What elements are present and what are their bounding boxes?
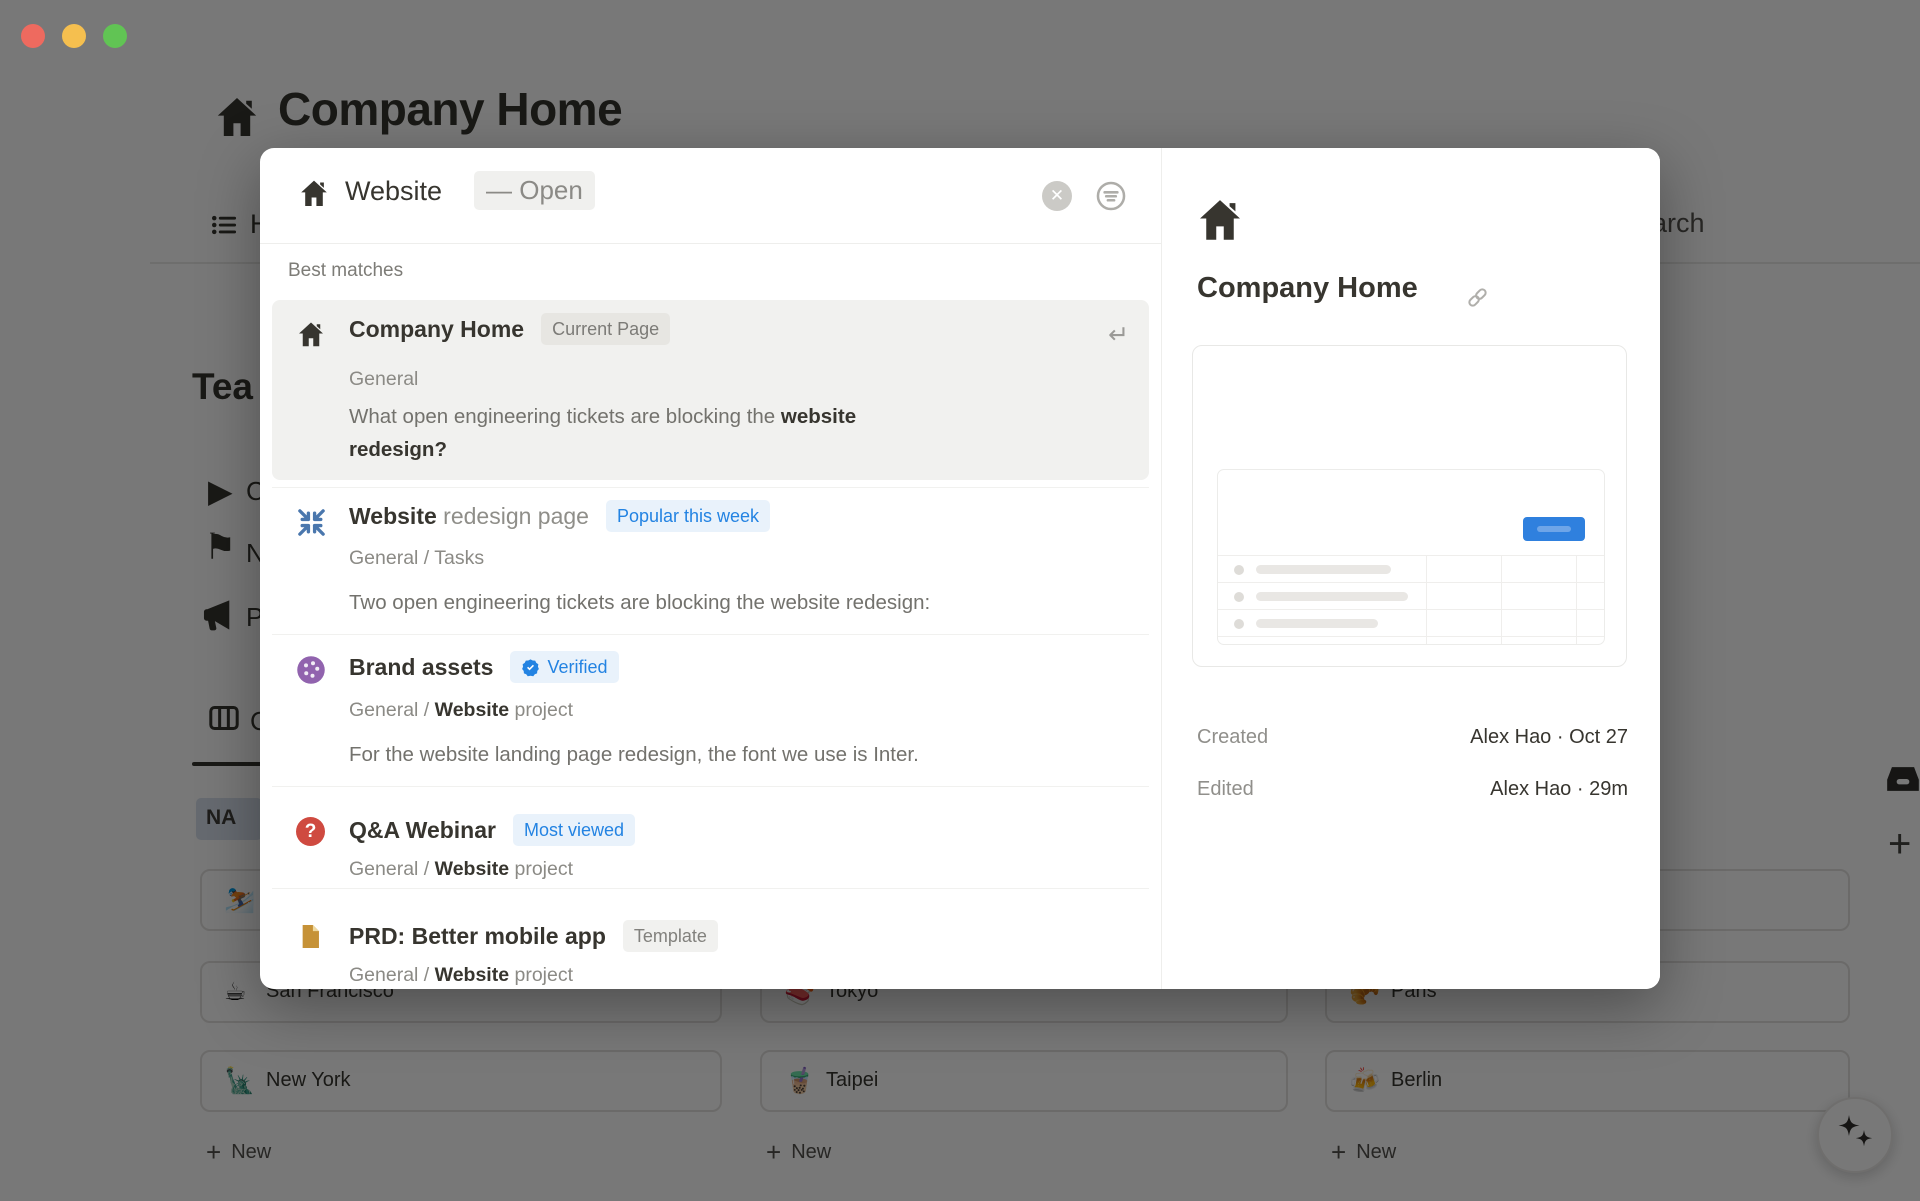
link-icon[interactable]	[1464, 284, 1491, 316]
result-title: PRD: Better mobile app	[349, 923, 606, 949]
home-icon	[296, 320, 326, 355]
screenshot-root: Company Home H arch Tea ▶ C ⚑ N P C NA ⛷…	[0, 0, 1920, 1201]
result-divider	[272, 888, 1149, 889]
palette-icon	[296, 655, 326, 690]
window-zoom-button[interactable]	[103, 24, 127, 48]
verified-badge: Verified	[510, 651, 618, 683]
result-breadcrumb: General / Website project	[349, 858, 573, 881]
preview-mock-row	[1218, 582, 1605, 609]
preview-mock-row	[1218, 555, 1605, 582]
result-snippet: For the website landing page redesign, t…	[349, 738, 1169, 771]
filter-icon[interactable]	[1094, 179, 1128, 213]
window-close-button[interactable]	[21, 24, 45, 48]
edited-value: Alex Hao · 29m	[1490, 778, 1628, 801]
search-result-prd-better-mobile-app[interactable]: PRD: Better mobile app Template General …	[272, 892, 1149, 989]
result-breadcrumb: General / Tasks	[349, 547, 484, 570]
result-breadcrumb: General / Website project	[349, 964, 573, 987]
enter-key-icon: ↵	[1108, 320, 1129, 350]
result-snippet: What open engineering tickets are blocki…	[349, 400, 914, 466]
document-icon	[296, 922, 325, 956]
window-controls	[21, 24, 127, 48]
template-badge: Template	[623, 920, 718, 952]
collapse-arrows-icon	[296, 507, 327, 543]
result-divider	[272, 786, 1149, 787]
home-icon	[1195, 196, 1245, 251]
preview-mock-row	[1218, 609, 1605, 636]
popular-badge: Popular this week	[606, 500, 770, 532]
question-mark-icon: ?	[296, 817, 325, 846]
result-snippet: Two open engineering tickets are blockin…	[349, 586, 1149, 619]
result-title: Company Home	[349, 316, 524, 342]
current-page-badge: Current Page	[541, 313, 670, 345]
preview-pane: Company Home Created Alex Hao · Oct 27	[1161, 148, 1660, 989]
most-viewed-badge: Most viewed	[513, 814, 635, 846]
search-result-brand-assets[interactable]: Brand assets Verified General / Website …	[272, 638, 1149, 784]
created-value: Alex Hao · Oct 27	[1470, 726, 1628, 749]
window-minimize-button[interactable]	[62, 24, 86, 48]
result-divider	[272, 487, 1149, 488]
result-divider	[272, 634, 1149, 635]
preview-mock-button	[1523, 517, 1585, 541]
result-title: Q&A Webinar	[349, 817, 496, 843]
search-result-website-redesign-page[interactable]: Website redesign page Popular this week …	[272, 490, 1149, 632]
preview-mock-card	[1217, 469, 1605, 645]
created-label: Created	[1197, 726, 1268, 749]
result-title: Brand assets	[349, 654, 493, 680]
result-breadcrumb: General / Website project	[349, 699, 573, 722]
result-breadcrumb: General	[349, 368, 418, 391]
search-suggestion-chip[interactable]: — Open	[474, 171, 595, 210]
result-title: Website	[349, 503, 437, 529]
clear-search-button[interactable]: ✕	[1042, 181, 1072, 211]
search-modal: Website — Open ✕ Best matches Company Ho…	[260, 148, 1660, 989]
page-preview-thumbnail[interactable]	[1192, 345, 1627, 667]
preview-title: Company Home	[1197, 272, 1418, 305]
search-divider	[260, 243, 1161, 244]
preview-mock-row	[1218, 636, 1605, 645]
search-result-qa-webinar[interactable]: ? Q&A Webinar Most viewed General / Webs…	[272, 790, 1149, 886]
search-results-pane: Website — Open ✕ Best matches Company Ho…	[260, 148, 1161, 989]
verified-seal-icon	[521, 658, 540, 677]
search-result-company-home[interactable]: Company Home Current Page General What o…	[272, 300, 1149, 480]
edited-label: Edited	[1197, 778, 1254, 801]
search-input[interactable]: Website	[345, 176, 442, 207]
results-section-label: Best matches	[288, 260, 403, 282]
home-icon	[298, 178, 330, 215]
